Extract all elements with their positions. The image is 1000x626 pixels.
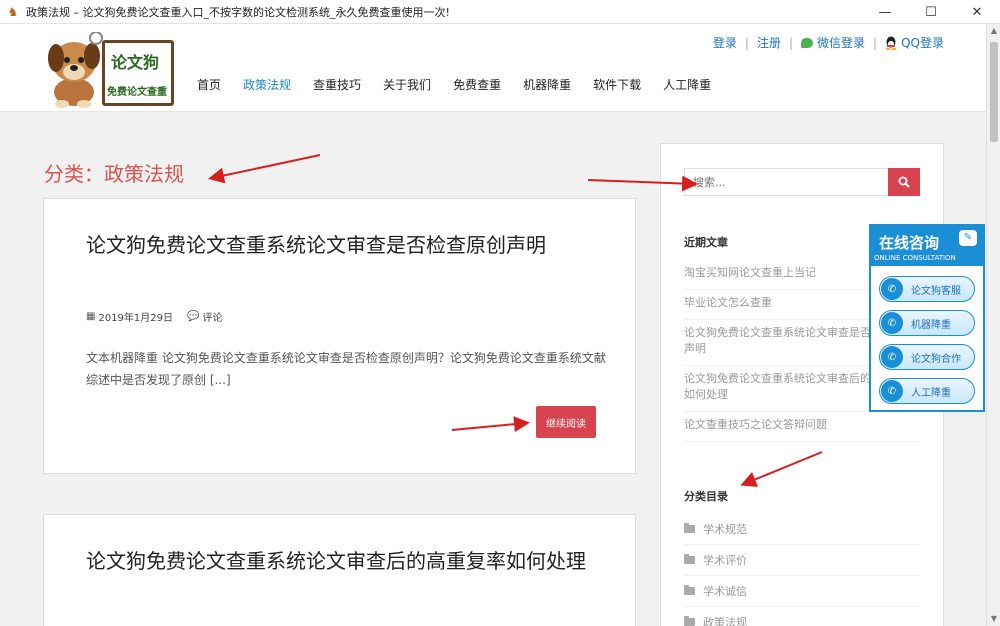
nav-free-check[interactable]: 免费查重 (453, 76, 501, 93)
consult-button-label: 论文狗客服 (911, 285, 961, 297)
consultation-header: 在线咨询 ONLINE CONSULTATION ✎ (871, 226, 983, 266)
online-consultation-widget: 在线咨询 ONLINE CONSULTATION ✎ ✆ 论文狗客服 ✆ 机器降… (869, 224, 985, 412)
consult-button-label: 人工降重 (911, 387, 951, 399)
categories-title: 分类目录 (684, 490, 728, 503)
consult-button-label: 论文狗合作 (911, 353, 961, 365)
separator: | (788, 35, 794, 50)
post-title[interactable]: 论文狗免费论文查重系统论文审查后的高重复率如何处理 (86, 547, 596, 575)
register-link[interactable]: 注册 (757, 34, 781, 51)
qq-login-link[interactable]: QQ登录 (885, 34, 944, 51)
main-nav: 首页 政策法规 查重技巧 关于我们 免费查重 机器降重 软件下载 人工降重 (197, 76, 733, 93)
chat-icon: ✆ (881, 312, 903, 334)
read-more-button[interactable]: 继续阅读 (536, 406, 596, 438)
separator: | (873, 35, 878, 50)
search-icon (898, 176, 910, 188)
consultation-subtitle: ONLINE CONSULTATION (874, 254, 956, 262)
category-link[interactable]: 学术诚信 (684, 576, 920, 607)
qq-login-label: QQ登录 (901, 36, 944, 50)
chat-icon: ✆ (881, 380, 903, 402)
chat-bubble-icon: ✎ (959, 230, 977, 246)
post-card: 论文狗免费论文查重系统论文审查后的高重复率如何处理 (43, 514, 636, 626)
folder-icon (684, 523, 695, 533)
post-meta: ▦ 2019年1月29日 💬 评论 (86, 309, 222, 324)
consult-service-button[interactable]: ✆ 论文狗客服 (879, 276, 975, 302)
chat-icon: ✆ (881, 346, 903, 368)
category-link[interactable]: 学术评价 (684, 545, 920, 576)
window-controls: — ☐ ✕ (862, 0, 1000, 24)
consult-manual-rewrite-button[interactable]: ✆ 人工降重 (879, 378, 975, 404)
minimize-icon[interactable]: — (862, 0, 908, 24)
recent-posts-title: 近期文章 (684, 236, 728, 249)
site-header: 论文狗 免费论文查重 首页 政策法规 查重技巧 关于我们 免费查重 机器降重 软… (0, 24, 986, 112)
post-card: 论文狗免费论文查重系统论文审查是否检查原创声明 ▦ 2019年1月29日 💬 评… (43, 198, 636, 474)
logo-title: 论文狗 (111, 53, 160, 72)
search-input[interactable] (684, 168, 888, 196)
site-logo[interactable]: 论文狗 免费论文查重 (42, 30, 174, 112)
recent-post-link[interactable]: 论文查重技巧之论文答辩问题 (684, 412, 920, 442)
chat-icon: ✆ (881, 278, 903, 300)
search-button[interactable] (888, 168, 920, 196)
logo-subtitle: 免费论文查重 (107, 87, 167, 98)
folder-icon (684, 616, 695, 626)
category-link[interactable]: 政策法规 (684, 607, 920, 626)
post-comments-link[interactable]: 评论 (202, 309, 222, 324)
nav-machine-rewrite[interactable]: 机器降重 (523, 76, 571, 93)
consult-machine-rewrite-button[interactable]: ✆ 机器降重 (879, 310, 975, 336)
nav-about[interactable]: 关于我们 (383, 76, 431, 93)
window-title-bar: ♞ 政策法规 – 论文狗免费论文查重入口_不按字数的论文检测系统_永久免费查重使… (0, 0, 1000, 24)
category-label: 学术评价 (703, 554, 747, 567)
login-link[interactable]: 登录 (713, 34, 737, 51)
comments-icon: 💬 (187, 311, 200, 322)
categories-list: 学术规范 学术评价 学术诚信 政策法规 (684, 514, 920, 626)
wechat-icon (801, 37, 814, 48)
consult-button-label: 机器降重 (911, 319, 951, 331)
category-label: 政策法规 (703, 616, 747, 626)
window-title: 政策法规 – 论文狗免费论文查重入口_不按字数的论文检测系统_永久免费查重使用一… (26, 5, 450, 19)
post-date[interactable]: 2019年1月29日 (98, 309, 173, 324)
nav-manual-rewrite[interactable]: 人工降重 (663, 76, 711, 93)
wechat-login-link[interactable]: 微信登录 (801, 34, 865, 51)
consultation-title: 在线咨询 (879, 234, 940, 252)
scrollbar-thumb[interactable] (990, 42, 998, 142)
logo-sign: 论文狗 免费论文查重 (102, 40, 174, 106)
category-label: 学术诚信 (703, 585, 747, 598)
account-links: 登录 | 注册 | 微信登录 | QQ登录 (713, 34, 944, 51)
consult-cooperation-button[interactable]: ✆ 论文狗合作 (879, 344, 975, 370)
deer-icon: ♞ (7, 4, 19, 19)
page-scrollbar[interactable]: ▲ ▼ (986, 24, 1000, 626)
category-title: 分类：政策法规 (44, 162, 184, 186)
nav-tips[interactable]: 查重技巧 (313, 76, 361, 93)
wechat-login-label: 微信登录 (817, 36, 866, 50)
annotation-arrow (208, 154, 321, 184)
scroll-up-icon[interactable]: ▲ (987, 24, 1000, 38)
qq-icon (885, 36, 897, 50)
calendar-icon: ▦ (86, 311, 96, 322)
folder-icon (684, 585, 695, 595)
nav-home[interactable]: 首页 (197, 76, 221, 93)
nav-policy[interactable]: 政策法规 (243, 76, 291, 93)
folder-icon (684, 554, 695, 564)
category-link[interactable]: 学术规范 (684, 514, 920, 545)
nav-download[interactable]: 软件下载 (593, 76, 641, 93)
close-icon[interactable]: ✕ (954, 0, 1000, 24)
scroll-down-icon[interactable]: ▼ (987, 612, 1000, 626)
dog-mascot (48, 32, 103, 108)
post-excerpt: 文本机器降重 论文狗免费论文查重系统论文审查是否检查原创声明？论文狗免费论文查重… (86, 351, 606, 387)
maximize-icon[interactable]: ☐ (908, 0, 954, 24)
category-label: 学术规范 (703, 523, 747, 536)
post-title[interactable]: 论文狗免费论文查重系统论文审查是否检查原创声明 (86, 231, 596, 259)
separator: | (744, 35, 749, 50)
